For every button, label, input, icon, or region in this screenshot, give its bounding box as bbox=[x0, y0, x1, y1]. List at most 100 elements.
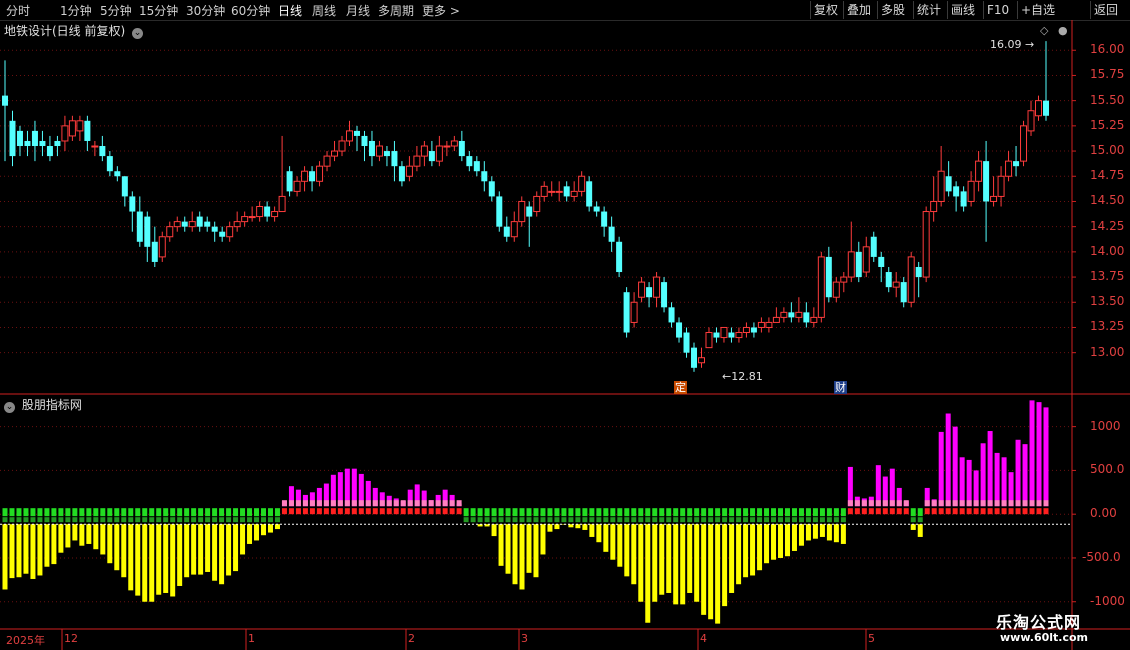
event-marker-ding[interactable]: 定 bbox=[674, 381, 687, 394]
tab-15min[interactable]: 15分钟 bbox=[139, 2, 178, 19]
green-band-cell bbox=[128, 517, 134, 523]
pink-band-cell bbox=[938, 500, 944, 507]
candle-body-up bbox=[405, 165, 413, 177]
tab-monthly[interactable]: 月线 bbox=[346, 2, 370, 19]
tab-weekly[interactable]: 周线 bbox=[312, 2, 336, 19]
draw-line-button[interactable]: 画线 bbox=[947, 1, 978, 19]
green-band-cell bbox=[715, 508, 721, 517]
candle-body-up bbox=[158, 236, 166, 258]
green-band-cell bbox=[778, 517, 784, 523]
chevron-down-icon[interactable]: ⌄ bbox=[4, 402, 15, 413]
negative-bar bbox=[910, 524, 916, 530]
green-band-cell bbox=[212, 517, 218, 523]
main-panel-title[interactable]: 地铁设计(日线 前复权) ⌄ bbox=[4, 22, 144, 39]
green-band-cell bbox=[247, 517, 253, 523]
tab-multi-period[interactable]: 多周期 bbox=[378, 2, 414, 19]
back-button[interactable]: 返回 bbox=[1090, 1, 1121, 19]
candle-body-down bbox=[526, 206, 533, 217]
green-band-cell bbox=[198, 517, 204, 523]
negative-bar bbox=[736, 524, 742, 585]
green-band-cell bbox=[205, 517, 211, 523]
tab-more[interactable]: 更多 > bbox=[422, 2, 460, 19]
green-band-cell bbox=[729, 517, 735, 523]
candle-body-down bbox=[503, 226, 510, 237]
candle-body-down bbox=[623, 292, 630, 333]
candle-body-down bbox=[608, 226, 615, 242]
pink-band-cell bbox=[924, 500, 930, 507]
red-band-cell bbox=[973, 508, 979, 515]
add-watchlist-button[interactable]: +自选 bbox=[1017, 1, 1058, 19]
green-band-cell bbox=[575, 517, 581, 523]
green-band-cell bbox=[547, 508, 553, 517]
candle-body-down bbox=[563, 186, 570, 197]
negative-bar bbox=[79, 524, 85, 546]
tab-60min[interactable]: 60分钟 bbox=[231, 2, 270, 19]
candle-body-up bbox=[1027, 110, 1035, 132]
multi-stock-button[interactable]: 多股 bbox=[877, 1, 908, 19]
tab-1min[interactable]: 1分钟 bbox=[60, 2, 92, 19]
f10-button[interactable]: F10 bbox=[983, 1, 1012, 19]
indicator-tick-label: -500.0 bbox=[1082, 549, 1121, 564]
green-band-cell bbox=[2, 517, 8, 523]
green-band-cell bbox=[638, 517, 644, 523]
candle-body-down bbox=[983, 161, 990, 202]
candle-body-up bbox=[653, 276, 661, 298]
red-band-cell bbox=[316, 508, 322, 515]
green-band-cell bbox=[680, 508, 686, 517]
high-price-annotation: 16.09 → bbox=[990, 38, 1035, 51]
price-tick-label: 16.00 bbox=[1090, 42, 1125, 57]
settings-dot-icon[interactable]: ● bbox=[1058, 24, 1068, 37]
tab-daily[interactable]: 日线 bbox=[278, 2, 302, 19]
candle-body-up bbox=[533, 195, 541, 213]
red-band-cell bbox=[288, 508, 294, 515]
negative-bar bbox=[156, 524, 162, 595]
negative-bar bbox=[645, 524, 651, 623]
event-marker-cai[interactable]: 财 bbox=[834, 381, 847, 394]
red-band-cell bbox=[903, 508, 909, 515]
candle-body-down bbox=[391, 151, 398, 167]
indicator-panel-title[interactable]: ⌄ 股朋指标网 bbox=[4, 396, 82, 413]
green-band-cell bbox=[708, 517, 714, 523]
negative-bar bbox=[2, 524, 8, 590]
diamond-icon[interactable]: ◇ bbox=[1040, 24, 1048, 37]
pink-band-cell bbox=[861, 500, 867, 507]
pink-band-cell bbox=[994, 500, 1000, 507]
indicator-histogram bbox=[0, 400, 1072, 624]
green-band-cell bbox=[37, 508, 43, 517]
green-band-cell bbox=[819, 508, 825, 517]
pink-band-cell bbox=[903, 500, 909, 507]
green-band-cell bbox=[72, 508, 78, 517]
red-band-cell bbox=[386, 508, 392, 515]
candle-body-up bbox=[450, 140, 458, 147]
chevron-down-icon[interactable]: ⌄ bbox=[132, 28, 144, 39]
green-band-cell bbox=[491, 517, 497, 523]
negative-bar bbox=[226, 524, 232, 576]
negative-bar bbox=[659, 524, 665, 595]
negative-bar bbox=[519, 524, 525, 590]
candle-body-down bbox=[181, 221, 188, 227]
candle-body-down bbox=[825, 256, 832, 298]
green-band-cell bbox=[540, 517, 546, 523]
green-band-cell bbox=[163, 517, 169, 523]
green-band-cell bbox=[114, 517, 120, 523]
statistics-button[interactable]: 统计 bbox=[913, 1, 944, 19]
negative-bar bbox=[16, 524, 22, 578]
pink-band-cell bbox=[931, 500, 937, 507]
tab-minute-line[interactable]: 分时 bbox=[6, 2, 30, 19]
tab-5min[interactable]: 5分钟 bbox=[100, 2, 132, 19]
green-band-cell bbox=[100, 508, 106, 517]
green-band-cell bbox=[624, 508, 630, 517]
positive-bar bbox=[938, 431, 944, 507]
overlay-button[interactable]: 叠加 bbox=[843, 1, 874, 19]
green-band-cell bbox=[219, 508, 225, 517]
candle-body-up bbox=[420, 145, 428, 157]
green-band-cell bbox=[568, 508, 574, 517]
green-band-cell bbox=[673, 517, 679, 523]
negative-bar bbox=[812, 524, 818, 539]
positive-bar bbox=[987, 431, 993, 507]
candle-body-down bbox=[151, 241, 158, 262]
pink-band-cell bbox=[854, 500, 860, 507]
candle-body-up bbox=[975, 160, 983, 182]
adjust-button[interactable]: 复权 bbox=[810, 1, 841, 19]
tab-30min[interactable]: 30分钟 bbox=[186, 2, 225, 19]
